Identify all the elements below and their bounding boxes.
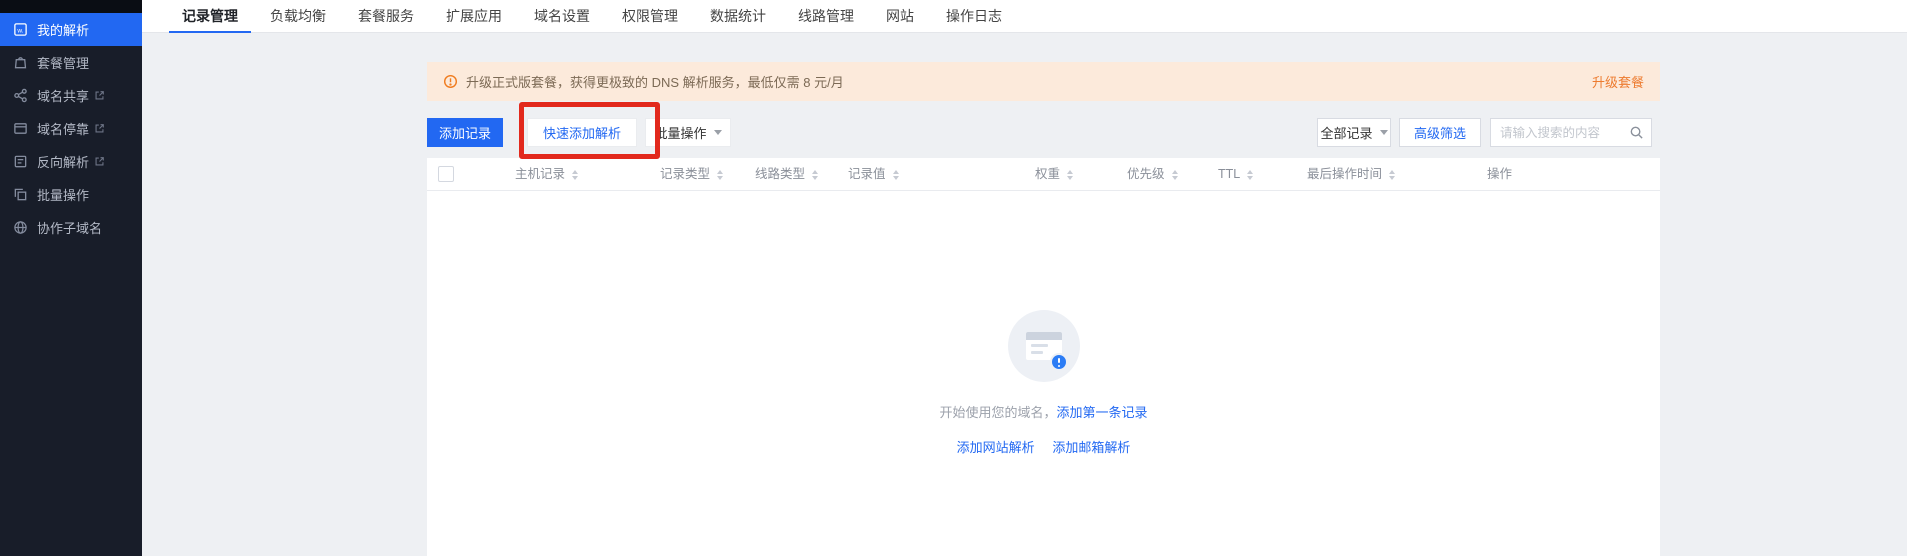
records-table-card: 主机记录 记录类型 线路类型 记录值 权重 优先级 TTL 最后操作时间 操作 bbox=[427, 158, 1660, 556]
add-email-dns-link[interactable]: 添加邮箱解析 bbox=[1052, 440, 1130, 455]
sidebar-item-my-dns[interactable]: w. 我的解析 bbox=[0, 13, 142, 46]
empty-state-hint: 开始使用您的域名，添加第一条记录 bbox=[427, 402, 1660, 421]
empty-hint-text: 开始使用您的域名， bbox=[939, 405, 1056, 420]
sidebar-item-domain-parking[interactable]: 域名停靠 bbox=[0, 112, 142, 145]
sidebar-item-package-management[interactable]: 套餐管理 bbox=[0, 46, 142, 79]
chevron-down-icon bbox=[1380, 130, 1388, 135]
column-header-actions: 操作 bbox=[1487, 158, 1512, 191]
sort-icon bbox=[1247, 170, 1253, 180]
sidebar-item-label: 批量操作 bbox=[37, 185, 89, 204]
add-first-record-link[interactable]: 添加第一条记录 bbox=[1057, 405, 1148, 420]
upgrade-banner-text: 升级正式版套餐，获得更极致的 DNS 解析服务，最低仅需 8 元/月 bbox=[466, 72, 844, 91]
sidebar-item-label: 协作子域名 bbox=[37, 218, 102, 237]
tab-plan-services[interactable]: 套餐服务 bbox=[342, 0, 430, 32]
window-icon bbox=[13, 121, 28, 136]
upgrade-banner: 升级正式版套餐，获得更极致的 DNS 解析服务，最低仅需 8 元/月 升级套餐 bbox=[427, 62, 1660, 101]
search-icon[interactable] bbox=[1629, 125, 1644, 140]
external-link-icon bbox=[94, 156, 105, 167]
select-all-checkbox[interactable] bbox=[438, 166, 454, 182]
empty-state-quick-links: 添加网站解析 添加邮箱解析 bbox=[427, 437, 1660, 456]
tab-bar: 记录管理 负载均衡 套餐服务 扩展应用 域名设置 权限管理 数据统计 线路管理 … bbox=[142, 0, 1907, 33]
chevron-down-icon bbox=[714, 130, 722, 135]
sidebar: w. 我的解析 套餐管理 域名共享 bbox=[0, 0, 142, 556]
column-header-weight[interactable]: 权重 bbox=[1035, 158, 1073, 191]
advanced-filter-button[interactable]: 高级筛选 bbox=[1399, 118, 1481, 147]
sort-icon bbox=[717, 170, 723, 180]
tab-statistics[interactable]: 数据统计 bbox=[694, 0, 782, 32]
dns-icon: w. bbox=[13, 22, 28, 37]
record-search-input[interactable] bbox=[1500, 126, 1629, 140]
document-icon bbox=[13, 154, 28, 169]
add-website-dns-link[interactable]: 添加网站解析 bbox=[957, 440, 1035, 455]
tab-record-management[interactable]: 记录管理 bbox=[166, 0, 254, 32]
sidebar-top-strip bbox=[0, 0, 142, 13]
tab-domain-settings[interactable]: 域名设置 bbox=[518, 0, 606, 32]
sidebar-item-reverse-dns[interactable]: 反向解析 bbox=[0, 145, 142, 178]
tab-load-balancing[interactable]: 负载均衡 bbox=[254, 0, 342, 32]
annotation-highlight-box bbox=[519, 102, 660, 159]
alert-badge-icon bbox=[1050, 353, 1068, 371]
sort-icon bbox=[812, 170, 818, 180]
sidebar-item-label: 域名停靠 bbox=[37, 119, 89, 138]
package-icon bbox=[13, 55, 28, 70]
sidebar-item-domain-sharing[interactable]: 域名共享 bbox=[0, 79, 142, 112]
sidebar-item-batch-operations[interactable]: 批量操作 bbox=[0, 178, 142, 211]
globe-icon bbox=[13, 220, 28, 235]
sidebar-item-collaborative-subdomain[interactable]: 协作子域名 bbox=[0, 211, 142, 244]
tab-line-management[interactable]: 线路管理 bbox=[782, 0, 870, 32]
column-header-record-type[interactable]: 记录类型 bbox=[660, 158, 723, 191]
upgrade-plan-link[interactable]: 升级套餐 bbox=[1592, 72, 1644, 91]
tab-operation-log[interactable]: 操作日志 bbox=[930, 0, 1018, 32]
record-type-filter-dropdown[interactable]: 全部记录 bbox=[1317, 118, 1391, 147]
empty-records-icon bbox=[1008, 310, 1080, 382]
column-header-record-value[interactable]: 记录值 bbox=[848, 158, 899, 191]
sidebar-item-label: 套餐管理 bbox=[37, 53, 89, 72]
add-record-button[interactable]: 添加记录 bbox=[427, 118, 503, 147]
external-link-icon bbox=[94, 123, 105, 134]
sort-icon bbox=[572, 170, 578, 180]
svg-text:w.: w. bbox=[16, 27, 23, 34]
sidebar-item-label: 域名共享 bbox=[37, 86, 89, 105]
column-header-last-operation-time[interactable]: 最后操作时间 bbox=[1307, 158, 1395, 191]
sort-icon bbox=[1172, 170, 1178, 180]
record-search-box bbox=[1490, 118, 1652, 147]
sort-icon bbox=[1067, 170, 1073, 180]
table-header-row: 主机记录 记录类型 线路类型 记录值 权重 优先级 TTL 最后操作时间 操作 bbox=[427, 158, 1660, 191]
share-icon bbox=[13, 88, 28, 103]
info-circle-icon bbox=[443, 74, 458, 89]
tab-permission-management[interactable]: 权限管理 bbox=[606, 0, 694, 32]
sidebar-item-label: 反向解析 bbox=[37, 152, 89, 171]
layers-icon bbox=[13, 187, 28, 202]
column-header-line-type[interactable]: 线路类型 bbox=[755, 158, 818, 191]
column-header-ttl[interactable]: TTL bbox=[1218, 158, 1253, 191]
external-link-icon bbox=[94, 90, 105, 101]
sidebar-item-label: 我的解析 bbox=[37, 20, 89, 39]
column-header-priority[interactable]: 优先级 bbox=[1127, 158, 1178, 191]
tab-extensions[interactable]: 扩展应用 bbox=[430, 0, 518, 32]
sort-icon bbox=[893, 170, 899, 180]
sort-icon bbox=[1389, 170, 1395, 180]
tab-website[interactable]: 网站 bbox=[870, 0, 930, 32]
empty-state: 开始使用您的域名，添加第一条记录 添加网站解析 添加邮箱解析 bbox=[427, 310, 1660, 456]
column-header-host-record[interactable]: 主机记录 bbox=[515, 158, 578, 191]
